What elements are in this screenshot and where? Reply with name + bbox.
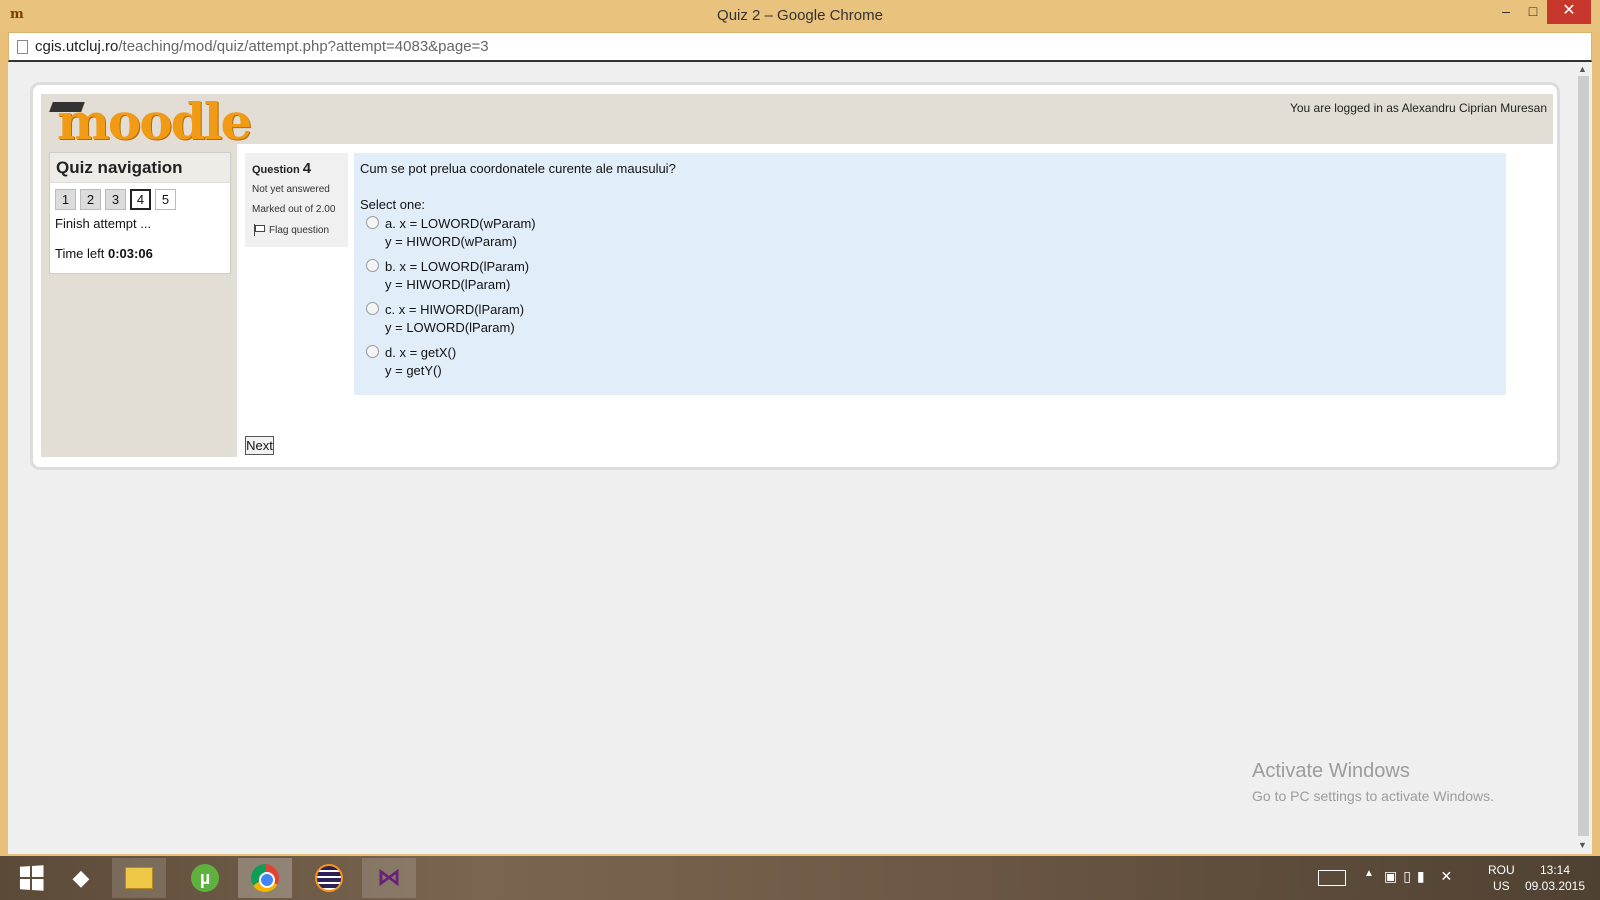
page-icon <box>17 40 28 54</box>
flag-question-button[interactable]: Flag question <box>252 224 329 236</box>
question-button-1[interactable]: 1 <box>55 189 76 210</box>
language-secondary: US <box>1493 879 1510 893</box>
question-content: Cum se pot prelua coordonatele curente a… <box>354 153 1506 395</box>
eclipse-icon <box>315 864 343 892</box>
url-host: cgis.utcluj.ro <box>35 38 119 55</box>
question-button-5[interactable]: 5 <box>155 189 176 210</box>
utorrent-icon: µ <box>191 864 219 892</box>
answer-d-line1: d. x = getX() <box>385 345 457 360</box>
question-button-3[interactable]: 3 <box>105 189 126 210</box>
tray-status-icons[interactable]: ▣▯▮ ✕ <box>1384 868 1458 900</box>
scroll-up-icon[interactable]: ▲ <box>1578 64 1587 74</box>
ghost-icon: ◆ <box>72 865 90 890</box>
taskbar-app-chrome[interactable] <box>238 858 292 898</box>
answer-d-line2: y = getY() <box>385 363 442 378</box>
answer-b-line2: y = HIWORD(lParam) <box>385 277 511 292</box>
close-button[interactable]: ✕ <box>1547 0 1591 24</box>
file-explorer-icon <box>125 867 153 889</box>
answer-option-b[interactable]: b. x = LOWORD(lParam) y = HIWORD(lParam) <box>366 258 529 294</box>
radio-c[interactable] <box>366 302 379 315</box>
page-header: moodle You are logged in as Alexandru Ci… <box>41 92 1553 151</box>
radio-a[interactable] <box>366 216 379 229</box>
radio-b[interactable] <box>366 259 379 272</box>
window-titlebar: m Quiz 2 – Google Chrome – □ ✕ <box>0 0 1600 32</box>
activate-windows-watermark: Activate Windows Go to PC settings to ac… <box>1252 760 1494 804</box>
logged-in-info: You are logged in as Alexandru Ciprian M… <box>1289 101 1547 115</box>
touch-keyboard-icon[interactable] <box>1318 870 1346 886</box>
window-title: Quiz 2 – Google Chrome <box>717 7 883 24</box>
radio-d[interactable] <box>366 345 379 358</box>
flag-question-label: Flag question <box>269 224 330 236</box>
time-left-value: 0:03:06 <box>107 246 153 261</box>
logo-text: moodle <box>57 92 252 151</box>
windows-logo-icon <box>19 865 44 891</box>
question-number: Question 4 <box>252 160 311 177</box>
time-left: Time left 0:03:06 <box>55 246 153 261</box>
page-frame: moodle You are logged in as Alexandru Ci… <box>30 82 1560 470</box>
maximize-button[interactable]: □ <box>1521 0 1545 24</box>
next-button[interactable]: Next <box>245 436 274 455</box>
question-button-2[interactable]: 2 <box>80 189 101 210</box>
show-hidden-icons-icon[interactable]: ▲ <box>1364 868 1374 900</box>
taskbar-app-utorrent[interactable]: µ <box>178 858 232 898</box>
language-primary: ROU <box>1488 863 1515 877</box>
question-button-4[interactable]: 4 <box>130 189 151 210</box>
finish-attempt-link[interactable]: Finish attempt ... <box>55 216 151 231</box>
quiz-navigation-title: Quiz navigation <box>50 153 230 183</box>
taskbar-app-explorer[interactable] <box>112 858 166 898</box>
minimize-button[interactable]: – <box>1494 0 1518 24</box>
sidebar: Quiz navigation 1 2 3 4 5 Finish attempt… <box>41 144 237 457</box>
start-button[interactable] <box>4 858 58 898</box>
answer-c-line1: c. x = HIWORD(lParam) <box>385 302 525 317</box>
watermark-subtitle: Go to PC settings to activate Windows. <box>1252 788 1494 804</box>
url-path: /teaching/mod/quiz/attempt.php?attempt=4… <box>118 38 489 55</box>
select-one-prompt: Select one: <box>360 197 426 212</box>
taskbar-app-eclipse[interactable] <box>302 858 356 898</box>
answer-c-line2: y = LOWORD(lParam) <box>385 320 515 335</box>
question-grade: Marked out of 2.00 <box>252 204 336 215</box>
watermark-title: Activate Windows <box>1252 760 1410 782</box>
url-text[interactable]: cgis.utcluj.ro/teaching/mod/quiz/attempt… <box>35 38 489 55</box>
taskbar-app-ghost[interactable]: ◆ <box>54 858 108 898</box>
answer-b-line1: b. x = LOWORD(lParam) <box>385 259 530 274</box>
system-clock[interactable]: 13:14 09.03.2015 <box>1524 862 1586 900</box>
taskbar-app-visual-studio[interactable]: ⋈ <box>362 858 416 898</box>
answer-a-line1: a. x = LOWORD(wParam) <box>385 216 536 231</box>
question-number-value: 4 <box>302 160 312 177</box>
quiz-navigation-block: Quiz navigation 1 2 3 4 5 Finish attempt… <box>49 152 231 274</box>
taskbar: ◆ µ ⋈ ▲ ▣▯▮ ✕ ROU US 13:14 09.03.2015 <box>0 856 1600 900</box>
question-label: Question <box>252 164 300 176</box>
visual-studio-icon: ⋈ <box>377 864 401 891</box>
vertical-scrollbar[interactable]: ▲ ▼ <box>1575 62 1592 854</box>
address-bar[interactable]: cgis.utcluj.ro/teaching/mod/quiz/attempt… <box>8 32 1592 62</box>
answer-option-a[interactable]: a. x = LOWORD(wParam) y = HIWORD(wParam) <box>366 215 536 251</box>
answer-option-c[interactable]: c. x = HIWORD(lParam) y = LOWORD(lParam) <box>366 301 524 337</box>
scroll-thumb[interactable] <box>1578 76 1589 836</box>
clock-date: 09.03.2015 <box>1524 879 1586 893</box>
question-buttons: 1 2 3 4 5 <box>55 189 176 210</box>
moodle-logo[interactable]: moodle <box>49 92 252 151</box>
flag-icon <box>252 224 265 236</box>
time-left-label: Time left <box>55 246 105 261</box>
question-state: Not yet answered <box>252 184 330 195</box>
answer-option-d[interactable]: d. x = getX() y = getY() <box>366 344 456 380</box>
question-text: Cum se pot prelua coordonatele curente a… <box>360 161 676 176</box>
language-indicator[interactable]: ROU US <box>1488 862 1515 900</box>
question-info: Question 4 Not yet answered Marked out o… <box>245 153 348 247</box>
clock-time: 13:14 <box>1539 863 1571 877</box>
answer-a-line2: y = HIWORD(wParam) <box>385 234 517 249</box>
chrome-icon <box>251 864 279 892</box>
browser-viewport: moodle You are logged in as Alexandru Ci… <box>8 62 1592 854</box>
scroll-down-icon[interactable]: ▼ <box>1578 840 1587 850</box>
